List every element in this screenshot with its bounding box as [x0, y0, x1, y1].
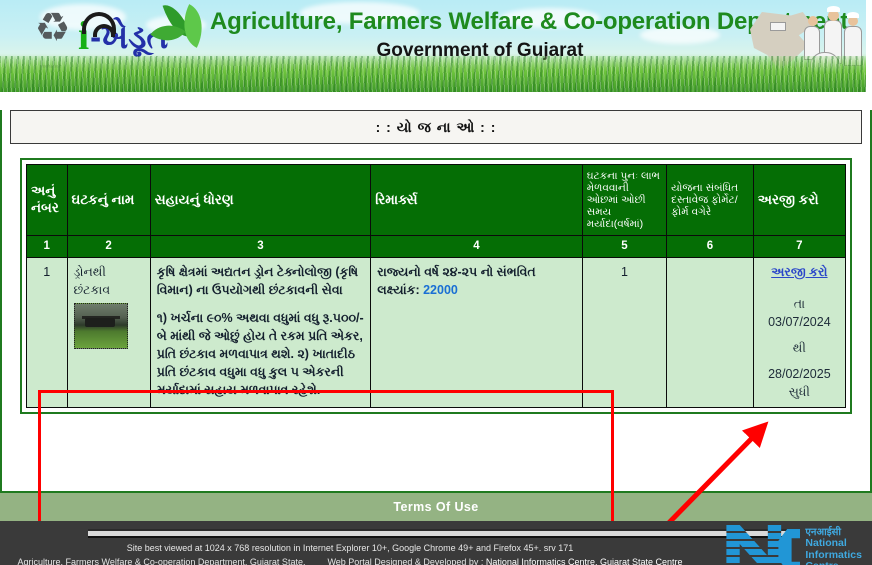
nic-logo-text: एनआईसी National Informatics Centre	[805, 527, 862, 565]
footer-divider	[88, 529, 788, 538]
emblem-lions-glyph: ♻	[34, 6, 71, 50]
th-reuse-time-limit: ઘટકના પુનઃ લાભ મેળવવાની ઓછમાં ઓછી સમય મર…	[581, 163, 668, 237]
date-suffix-label: સુધી	[788, 385, 810, 400]
page-title: : : યો જ ના ઓ : :	[375, 118, 497, 135]
th-assistance-norm: સહાયનું ધોરણ	[149, 163, 372, 237]
site-banner: ♻ सत्यमेव जयते i -ખેડૂત Agriculture, Far…	[0, 0, 872, 92]
th-apply: અરજી કરો	[752, 163, 847, 237]
table-row: 1 ડ્રોનથી છંટકાવ કૃષિ ક્ષેત્રમાં અદ્યતન …	[26, 256, 847, 408]
date-separator-label: થી	[792, 341, 806, 356]
cell-serial-number: 1	[26, 256, 68, 408]
grass-decor	[0, 56, 872, 92]
leaf-decor-icon	[150, 0, 214, 54]
nic-mark-icon	[726, 525, 801, 565]
colnum-7: 7	[752, 235, 847, 258]
th-related-documents: યોજના સંબંધિત દસ્તાવેજ ફોર્મેટ/ ફોર્મ વગ…	[666, 163, 754, 237]
date-to-value: 28/02/2025	[768, 367, 831, 382]
banner-right-margin	[866, 0, 872, 92]
table-body: 1 ડ્રોનથી છંટકાવ કૃષિ ક્ષેત્રમાં અદ્યતન …	[26, 256, 847, 408]
th-component-name: ઘટકનું નામ	[66, 163, 151, 237]
date-prefix-label: તા	[793, 296, 806, 311]
th-serial-number: અનું નંબર	[26, 163, 68, 237]
table-header-row: અનું નંબર ઘટકનું નામ સહાયનું ધોરણ રિમાર્…	[26, 163, 847, 237]
colnum-5: 5	[581, 235, 668, 258]
footer-text-block: Site best viewed at 1024 x 768 resolutio…	[0, 541, 700, 565]
date-from-value: 03/07/2024	[768, 314, 831, 329]
colnum-6: 6	[666, 235, 754, 258]
colnum-4: 4	[370, 235, 583, 258]
drone-spraying-thumbnail[interactable]	[73, 302, 128, 349]
assistance-title: કૃષિ ક્ષેત્રમાં અદ્યતન ડ્રોન ટેક્નોલોજી …	[156, 264, 359, 297]
assistance-detail: ૧) ખર્ચના ૯૦% અથવા વધુમાં વધુ રૂ.૫૦૦/- બ…	[156, 310, 364, 398]
table-column-number-row: 1 2 3 4 5 6 7	[26, 235, 847, 258]
apply-now-link[interactable]: અરજી કરો	[771, 265, 827, 279]
colnum-3: 3	[149, 235, 372, 258]
component-name-text: ડ્રોનથી છંટકાવ	[73, 264, 111, 297]
site-footer: Site best viewed at 1024 x 768 resolutio…	[0, 521, 872, 565]
banner-title-block: Agriculture, Farmers Welfare & Co-operat…	[210, 8, 849, 62]
footer-department-text: Agriculture, Farmers Welfare & Co-operat…	[17, 557, 306, 565]
footer-line-1: Site best viewed at 1024 x 768 resolutio…	[126, 543, 574, 553]
cell-component-name: ડ્રોનથી છંટકાવ	[66, 256, 151, 408]
footer-line-2: Agriculture, Farmers Welfare & Co-operat…	[0, 555, 700, 565]
colnum-2: 2	[66, 235, 151, 258]
terms-of-use-label[interactable]: Terms Of Use	[393, 500, 478, 514]
cell-assistance-norm: કૃષિ ક્ષેત્રમાં અદ્યતન ડ્રોન ટેક્નોલોજી …	[149, 256, 372, 408]
table-header: અનું નંબર ઘટકનું નામ સહાયનું ધોરણ રિમાર્…	[26, 163, 847, 258]
terms-of-use-bar[interactable]: Terms Of Use	[0, 491, 872, 521]
footer-developed-by-label: Web Portal Designed & Developed by : Nat…	[327, 555, 682, 565]
developed-by-text: Web Portal Designed & Developed by :	[327, 557, 484, 565]
th-remarks: રિમાર્ક્સ	[370, 163, 583, 237]
nic-line-1: National	[805, 536, 847, 549]
department-title: Agriculture, Farmers Welfare & Co-operat…	[210, 8, 849, 35]
cell-apply: અરજી કરો તા 03/07/2024 થી 28/02/2025 સુધ…	[752, 256, 847, 408]
remarks-target-value: 22000	[423, 282, 458, 297]
colnum-1: 1	[26, 235, 68, 258]
nic-gujarat-link[interactable]: National Informatics Centre, Gujarat Sta…	[486, 557, 683, 565]
nic-line-3: Centre	[805, 561, 862, 565]
cell-remarks: રાજ્યનો વર્ષ ૨૪-૨૫ નો સંભવિત લક્ષ્યાંક: …	[370, 256, 583, 408]
schemes-table-container: અનું નંબર ઘટકનું નામ સહાયનું ધોરણ રિમાર્…	[20, 158, 852, 414]
schemes-table: અનું નંબર ઘટકનું નામ સહાયનું ધોરણ રિમાર્…	[26, 163, 847, 408]
cell-documents	[666, 256, 754, 408]
scheme-title-bar: : : યો જ ના ઓ : :	[10, 110, 862, 144]
nic-logo: एनआईसी National Informatics Centre	[726, 525, 862, 565]
cell-reuse-years: 1	[581, 256, 668, 408]
page-content-frame: : : યો જ ના ઓ : : અનું નંબર ઘટકનું નામ સ…	[0, 110, 872, 544]
wifi-signal-icon	[82, 12, 116, 37]
